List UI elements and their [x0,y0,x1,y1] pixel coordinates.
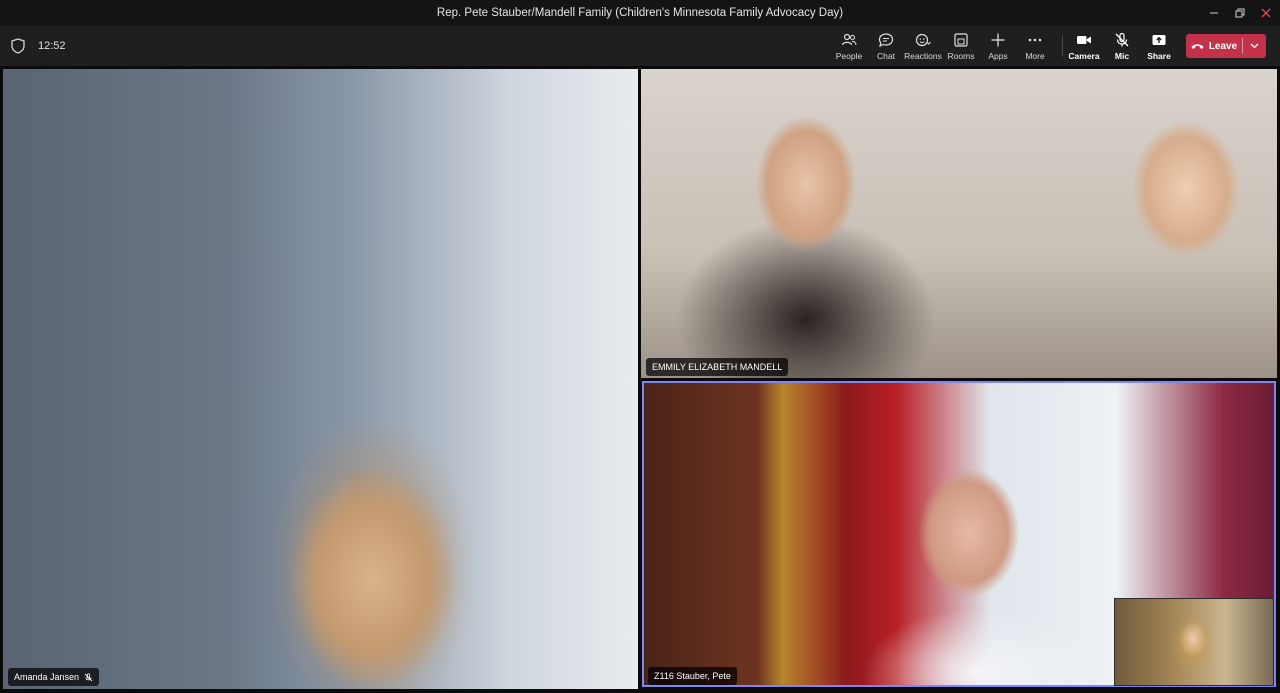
restore-icon [1235,8,1245,18]
mic-label: Mic [1114,51,1130,61]
meeting-toolbar: 12:52 People Chat Reactions Rooms Apps M… [0,26,1280,66]
people-icon [841,33,857,46]
reactions-button[interactable]: Reactions [903,30,943,64]
chat-button[interactable]: Chat [866,30,906,64]
more-icon [1028,38,1042,42]
leave-main-button[interactable]: Leave [1186,34,1242,58]
video-tile-emmily-mandell[interactable]: EMMILY ELIZABETH MANDELL [641,69,1277,378]
rooms-icon [954,33,968,47]
close-icon [1261,8,1271,18]
participant-name: Amanda Jansen [14,672,80,682]
participant-nameplate: EMMILY ELIZABETH MANDELL [646,358,789,376]
minimize-icon [1210,12,1218,14]
chat-label: Chat [877,51,895,61]
apps-label: Apps [988,51,1008,61]
chevron-down-icon [1250,43,1259,49]
participant-name: EMMILY ELIZABETH MANDELL [652,362,783,372]
leave-button[interactable]: Leave [1186,34,1266,58]
leave-label: Leave [1208,40,1238,52]
participant-nameplate: Z116 Stauber, Pete [648,667,737,685]
mic-off-icon [84,672,93,681]
mic-off-icon [1115,32,1129,47]
plus-icon [991,33,1005,47]
participant-name: Z116 Stauber, Pete [654,671,731,681]
meeting-timer: 12:52 [38,40,66,52]
close-button[interactable] [1250,0,1280,26]
share-icon [1152,35,1166,45]
mic-button[interactable]: Mic [1102,30,1142,64]
people-button[interactable]: People [829,30,869,64]
window-title: Rep. Pete Stauber/Mandell Family (Childr… [436,7,844,19]
video-tile-amanda-jansen[interactable]: Amanda Jansen [3,69,638,689]
camera-icon [1077,36,1091,44]
people-label: People [835,51,863,61]
toolbar-divider [1062,35,1063,57]
camera-label: Camera [1068,51,1100,61]
camera-button[interactable]: Camera [1064,30,1104,64]
reactions-icon [915,33,931,47]
more-button[interactable]: More [1015,30,1055,64]
chat-icon [878,33,894,48]
self-view-tile[interactable] [1114,598,1274,686]
leave-options-button[interactable] [1243,34,1266,58]
rooms-button[interactable]: Rooms [941,30,981,64]
more-label: More [1025,51,1045,61]
video-stage: Amanda Jansen EMMILY ELIZABETH MANDELL Z… [0,66,1280,693]
apps-button[interactable]: Apps [978,30,1018,64]
hang-up-icon [1191,44,1204,49]
share-label: Share [1147,51,1171,61]
shield-icon [11,38,25,54]
reactions-label: Reactions [904,51,942,61]
share-button[interactable]: Share [1139,30,1179,64]
rooms-label: Rooms [947,51,975,61]
participant-nameplate: Amanda Jansen [8,668,100,686]
title-bar: Rep. Pete Stauber/Mandell Family (Childr… [0,0,1280,26]
